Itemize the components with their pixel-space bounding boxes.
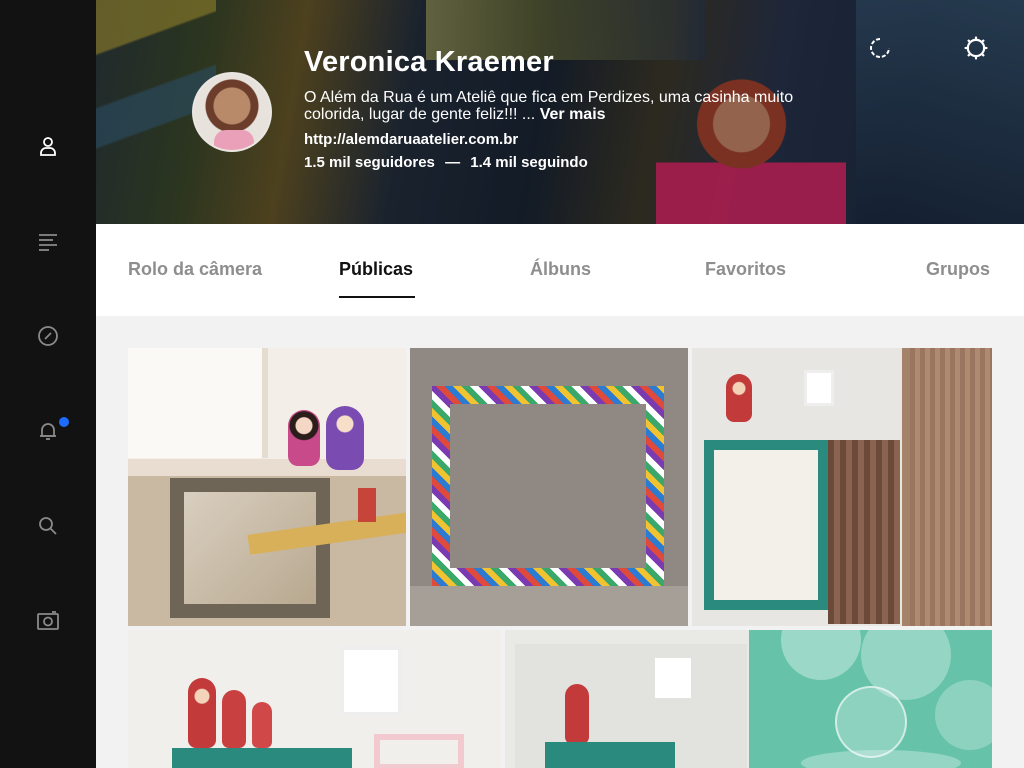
nesting-doll xyxy=(726,374,752,422)
bell-icon xyxy=(40,423,56,440)
sidebar-item-profile[interactable] xyxy=(28,126,68,166)
profile-bio: O Além da Rua é um Ateliê que fica em Pe… xyxy=(304,89,844,123)
camera-icon xyxy=(37,611,59,630)
sidebar-item-feed[interactable] xyxy=(28,221,68,261)
sidebar-item-explore[interactable] xyxy=(28,316,68,356)
sidebar-item-search[interactable] xyxy=(28,506,68,546)
profile-website-link[interactable]: http://alemdaruaatelier.com.br xyxy=(304,131,518,148)
tab-camera-roll[interactable]: Rolo da câmera xyxy=(128,259,262,280)
teal-shelf xyxy=(545,742,675,768)
avatar[interactable] xyxy=(192,72,272,152)
settings-button[interactable] xyxy=(962,34,990,62)
refresh-button[interactable] xyxy=(866,34,894,62)
avatar-shirt xyxy=(214,130,254,150)
stats-separator: — xyxy=(445,154,461,171)
mosaic-frame xyxy=(432,386,664,586)
teal-shelf xyxy=(704,440,828,610)
wall-plaque xyxy=(358,488,376,522)
photo-thumbnail[interactable] xyxy=(128,630,501,768)
search-icon xyxy=(39,517,57,535)
floor xyxy=(410,586,688,626)
nesting-doll xyxy=(222,690,246,748)
following-count[interactable]: 1.4 mil seguindo xyxy=(470,154,588,171)
nesting-doll xyxy=(252,702,272,748)
tab-albums[interactable]: Álbuns xyxy=(530,259,591,280)
sidebar xyxy=(0,0,96,768)
refresh-icon xyxy=(870,38,890,58)
tab-public[interactable]: Públicas xyxy=(339,259,413,280)
see-more-link[interactable]: Ver mais xyxy=(540,106,606,123)
profile-name: Veronica Kraemer xyxy=(304,46,554,78)
wooden-door xyxy=(828,440,900,624)
photo-thumbnail[interactable] xyxy=(692,348,992,626)
active-tab-indicator xyxy=(339,296,415,298)
gear-icon xyxy=(964,36,988,60)
doll-figure xyxy=(326,406,364,470)
profile-header: Veronica Kraemer O Além da Rua é um Atel… xyxy=(96,0,1024,224)
photo-grid xyxy=(96,316,1024,768)
shelf-wall xyxy=(128,348,268,458)
photo-thumbnail[interactable] xyxy=(505,630,992,768)
matryoshka-logo xyxy=(835,686,907,758)
notification-badge-dot xyxy=(59,417,69,427)
frida-picture xyxy=(340,646,402,716)
nesting-doll xyxy=(188,678,216,748)
compass-icon xyxy=(38,326,58,346)
photo-thumbnail[interactable] xyxy=(410,348,688,626)
person-icon xyxy=(40,137,56,156)
menu-lines-icon xyxy=(39,234,57,251)
doll-figure xyxy=(288,410,320,466)
profile-tabs: Rolo da câmera Públicas Álbuns Favoritos… xyxy=(96,224,1024,316)
photo-thumbnail[interactable] xyxy=(128,348,406,626)
profile-stats: 1.5 mil seguidores — 1.4 mil seguindo xyxy=(304,154,588,171)
pink-frame xyxy=(374,734,464,768)
frida-picture xyxy=(804,370,834,406)
frida-picture xyxy=(655,658,691,698)
nesting-doll xyxy=(565,684,589,744)
sidebar-item-camera[interactable] xyxy=(28,601,68,641)
followers-count[interactable]: 1.5 mil seguidores xyxy=(304,154,435,171)
teal-shelf xyxy=(172,748,352,768)
wardrobe-door xyxy=(910,348,992,626)
tab-favorites[interactable]: Favoritos xyxy=(705,259,786,280)
tab-groups[interactable]: Grupos xyxy=(926,259,990,280)
